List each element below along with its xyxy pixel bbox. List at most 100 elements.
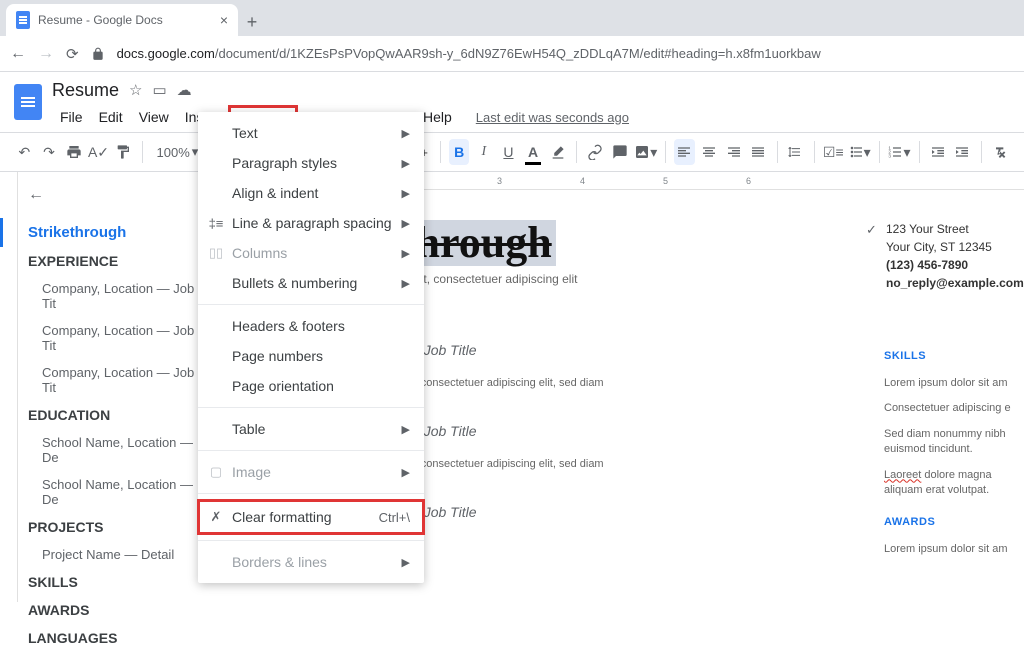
format-clear-formatting[interactable]: ✗Clear formattingCtrl+\ xyxy=(198,500,424,534)
contact-block[interactable]: ✓ 123 Your Street Your City, ST 12345 (1… xyxy=(886,220,1012,292)
format-paragraph-styles[interactable]: Paragraph styles▶ xyxy=(198,148,424,178)
italic-button[interactable]: I xyxy=(473,139,494,165)
outline-item[interactable]: EXPERIENCE xyxy=(28,247,208,275)
outline-item[interactable]: School Name, Location — De xyxy=(28,471,208,513)
decrease-indent-icon[interactable] xyxy=(927,139,948,165)
text-color-button[interactable]: A xyxy=(523,139,544,165)
svg-text:3: 3 xyxy=(889,153,892,158)
chevron-right-icon: ▶ xyxy=(402,157,410,170)
cloud-icon[interactable]: ☁ xyxy=(177,81,192,99)
reload-icon[interactable]: ⟳ xyxy=(66,45,79,63)
link-icon[interactable] xyxy=(585,139,606,165)
section-awards[interactable]: AWARDS xyxy=(884,516,1012,528)
format-image: ▢Image▶ xyxy=(198,457,424,487)
align-right-icon[interactable] xyxy=(723,139,744,165)
star-icon[interactable]: ☆ xyxy=(129,81,142,99)
browser-toolbar: ← → ⟳ docs.google.com/document/d/1KZEsPs… xyxy=(0,36,1024,72)
columns-icon: ▯▯ xyxy=(208,245,224,261)
outline-item[interactable]: Strikethrough xyxy=(0,218,208,247)
shortcut-label: Ctrl+\ xyxy=(379,510,410,525)
clear-format-icon[interactable] xyxy=(989,139,1010,165)
skill-text[interactable]: Consectetuer adipiscing e xyxy=(884,401,1012,416)
format-table[interactable]: Table▶ xyxy=(198,414,424,444)
format-text[interactable]: Text▶ xyxy=(198,118,424,148)
skill-text[interactable]: Laoreet dolore magna aliquam erat volutp… xyxy=(884,468,1012,499)
format-headers-footers[interactable]: Headers & footers xyxy=(198,311,424,341)
chevron-right-icon: ▶ xyxy=(402,556,410,569)
check-icon: ✓ xyxy=(866,220,877,240)
outline-item[interactable]: Company, Location — Job Tit xyxy=(28,359,208,401)
docs-favicon xyxy=(16,11,30,29)
docs-logo-icon[interactable] xyxy=(14,84,42,120)
increase-indent-icon[interactable] xyxy=(952,139,973,165)
undo-icon[interactable]: ↶ xyxy=(14,139,35,165)
zoom-select[interactable]: 100% ▾ xyxy=(151,144,205,160)
url-bar[interactable]: docs.google.com/document/d/1KZEsPsPVopQw… xyxy=(117,46,821,61)
chevron-right-icon: ▶ xyxy=(402,423,410,436)
format-page-numbers[interactable]: Page numbers xyxy=(198,341,424,371)
bullet-list-icon[interactable]: ▾ xyxy=(848,139,871,165)
docs-header: Resume ☆ ▭ ☁ File Edit View Insert Forma… xyxy=(0,72,1024,130)
outline-item[interactable]: Company, Location — Job Tit xyxy=(28,317,208,359)
outline-item[interactable]: School Name, Location — De xyxy=(28,429,208,471)
spellcheck-icon[interactable]: A✓ xyxy=(88,139,109,165)
award-text[interactable]: Lorem ipsum dolor sit am xyxy=(884,542,1012,557)
redo-icon[interactable]: ↷ xyxy=(39,139,60,165)
print-icon[interactable] xyxy=(63,139,84,165)
outline-item[interactable]: LANGUAGES xyxy=(28,624,208,652)
new-tab-button[interactable]: + xyxy=(238,8,266,36)
align-left-icon[interactable] xyxy=(674,139,695,165)
clear-format-icon: ✗ xyxy=(208,509,224,525)
numbered-list-icon[interactable]: 123▾ xyxy=(887,139,910,165)
paint-format-icon[interactable] xyxy=(113,139,134,165)
docs-toolbar: ↶ ↷ A✓ 100% ▾ 36+ B I U A ▾ ☑≡ ▾ 123▾ xyxy=(0,132,1024,172)
bold-button[interactable]: B xyxy=(449,139,470,165)
skill-text[interactable]: Sed diam nonummy nibh euismod tincidunt. xyxy=(884,427,1012,458)
chevron-right-icon: ▶ xyxy=(402,247,410,260)
edit-status[interactable]: Last edit was seconds ago xyxy=(476,110,629,125)
menu-file[interactable]: File xyxy=(52,106,91,128)
menu-view[interactable]: View xyxy=(131,106,177,128)
align-center-icon[interactable] xyxy=(699,139,720,165)
format-page-orientation[interactable]: Page orientation xyxy=(198,371,424,401)
outline-item[interactable]: EDUCATION xyxy=(28,401,208,429)
checklist-icon[interactable]: ☑≡ xyxy=(823,139,844,165)
close-icon[interactable]: × xyxy=(220,12,228,28)
browser-tab[interactable]: Resume - Google Docs × xyxy=(6,4,238,36)
outline-item[interactable]: Project Name — Detail xyxy=(28,541,208,568)
skill-text[interactable]: Lorem ipsum dolor sit am xyxy=(884,376,1012,391)
contact-phone: (123) 456-7890 xyxy=(886,256,1012,274)
document-title[interactable]: Resume xyxy=(52,80,119,101)
outline-back-icon[interactable]: ← xyxy=(28,186,208,204)
contact-email: no_reply@example.com xyxy=(886,274,1012,292)
image-icon[interactable]: ▾ xyxy=(634,139,657,165)
chevron-right-icon: ▶ xyxy=(402,466,410,479)
outline-panel: ← StrikethroughEXPERIENCECompany, Locati… xyxy=(0,172,222,602)
line-spacing-icon[interactable] xyxy=(785,139,806,165)
back-icon[interactable]: ← xyxy=(10,45,26,63)
image-icon: ▢ xyxy=(208,464,224,480)
menu-edit[interactable]: Edit xyxy=(91,106,131,128)
outline-item[interactable]: PROJECTS xyxy=(28,513,208,541)
forward-icon: → xyxy=(38,45,54,63)
move-icon[interactable]: ▭ xyxy=(152,81,166,99)
comment-icon[interactable] xyxy=(610,139,631,165)
align-justify-icon[interactable] xyxy=(748,139,769,165)
vertical-ruler xyxy=(0,172,18,602)
outline-item[interactable]: Company, Location — Job Tit xyxy=(28,275,208,317)
browser-tab-strip: Resume - Google Docs × + xyxy=(0,0,1024,36)
outline-item[interactable]: AWARDS xyxy=(28,596,208,624)
format-columns: ▯▯Columns▶ xyxy=(198,238,424,268)
format-align-indent[interactable]: Align & indent▶ xyxy=(198,178,424,208)
underline-button[interactable]: U xyxy=(498,139,519,165)
outline-item[interactable]: SKILLS xyxy=(28,568,208,596)
format-bullets-numbering[interactable]: Bullets & numbering▶ xyxy=(198,268,424,298)
format-line-spacing[interactable]: ‡≡Line & paragraph spacing▶ xyxy=(198,208,424,238)
chevron-right-icon: ▶ xyxy=(402,217,410,230)
highlight-button[interactable] xyxy=(547,139,568,165)
section-skills[interactable]: SKILLS xyxy=(884,350,1012,362)
chevron-right-icon: ▶ xyxy=(402,127,410,140)
lock-icon xyxy=(91,47,105,61)
contact-city: Your City, ST 12345 xyxy=(886,238,1012,256)
tab-title: Resume - Google Docs xyxy=(38,13,163,27)
